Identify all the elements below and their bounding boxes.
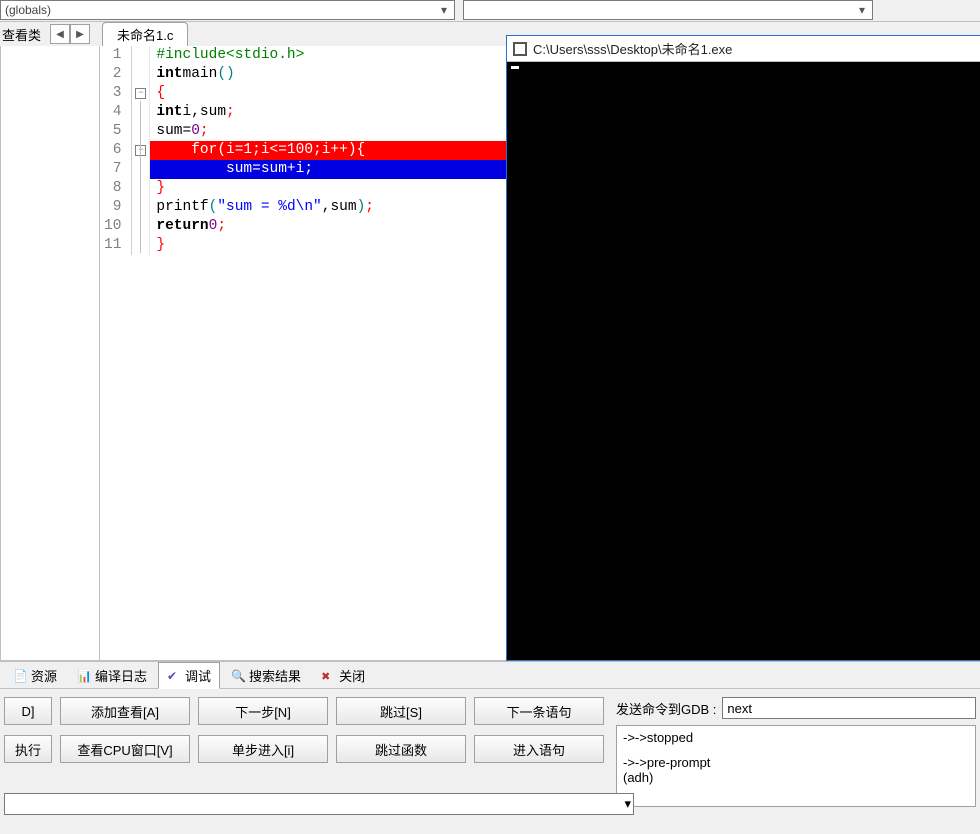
class-view-panel[interactable] xyxy=(0,46,100,661)
gdb-label: 发送命令到GDB : xyxy=(616,699,716,718)
fold-column: −− xyxy=(132,46,150,255)
line-number: 1 xyxy=(100,46,131,65)
tab-close-label: 关闭 xyxy=(339,666,365,685)
line-number: 11 xyxy=(100,236,131,255)
tab-search-results[interactable]: 搜索结果 xyxy=(222,662,310,689)
console-titlebar[interactable]: C:\Users\sss\Desktop\未命名1.exe xyxy=(507,36,980,62)
tab-debug[interactable]: 调试 xyxy=(158,662,220,689)
line-number: 4 xyxy=(100,103,131,122)
gdb-output[interactable]: ->->stopped ->->pre-prompt (adh) xyxy=(616,725,976,807)
app-icon xyxy=(513,42,527,56)
gdb-command-input[interactable] xyxy=(722,697,976,719)
debug-d-button[interactable]: D] xyxy=(4,697,52,725)
next-step-button[interactable]: 下一步[N] xyxy=(198,697,328,725)
gdb-output-line: (adh) xyxy=(623,770,969,785)
chevron-down-icon: ▾ xyxy=(624,796,631,812)
scope-combo-text: (globals) xyxy=(5,3,51,17)
nav-prev-button[interactable]: ◀ xyxy=(50,24,70,44)
step-into-button[interactable]: 单步进入[i] xyxy=(198,735,328,763)
top-toolbar: (globals) ▾ ▾ xyxy=(0,0,980,22)
skip-button[interactable]: 跳过[S] xyxy=(336,697,466,725)
cpu-window-button[interactable]: 查看CPU窗口[V] xyxy=(60,735,190,763)
gdb-output-line: ->->pre-prompt xyxy=(623,755,969,770)
nav-next-button[interactable]: ▶ xyxy=(70,24,90,44)
scope-combo[interactable]: (globals) ▾ xyxy=(0,0,455,20)
tab-search-results-label: 搜索结果 xyxy=(249,666,301,685)
gdb-send-row: 发送命令到GDB : xyxy=(616,697,976,719)
line-number-gutter: 1234567891011 xyxy=(100,46,132,255)
file-tab[interactable]: 未命名1.c xyxy=(102,22,188,47)
debug-icon xyxy=(167,668,181,682)
line-number: 3 xyxy=(100,84,131,103)
tab-compile-log-label: 编译日志 xyxy=(95,666,147,685)
chevron-down-icon: ▾ xyxy=(436,3,452,17)
tab-resources-label: 资源 xyxy=(31,666,57,685)
console-cursor xyxy=(511,66,519,69)
fold-toggle[interactable]: − xyxy=(135,88,146,99)
search-icon xyxy=(231,668,245,682)
command-combo[interactable]: ▾ xyxy=(4,793,634,815)
line-number: 7 xyxy=(100,160,131,179)
resources-icon xyxy=(13,668,27,682)
nav-buttons: ◀ ▶ xyxy=(50,24,90,44)
chevron-down-icon: ▾ xyxy=(854,3,870,17)
symbol-combo[interactable]: ▾ xyxy=(463,0,873,20)
bottom-tab-strip: 资源 编译日志 调试 搜索结果 关闭 xyxy=(0,661,980,689)
into-statement-button[interactable]: 进入语句 xyxy=(474,735,604,763)
line-number: 6 xyxy=(100,141,131,160)
line-number: 5 xyxy=(100,122,131,141)
step-over-func-button[interactable]: 跳过函数 xyxy=(336,735,466,763)
run-button[interactable]: 执行 xyxy=(4,735,52,763)
console-title-text: C:\Users\sss\Desktop\未命名1.exe xyxy=(533,39,732,58)
tab-debug-label: 调试 xyxy=(185,666,211,685)
close-icon xyxy=(321,668,335,682)
file-tab-bar: 未命名1.c xyxy=(102,22,188,46)
next-statement-button[interactable]: 下一条语句 xyxy=(474,697,604,725)
console-body[interactable] xyxy=(507,62,980,660)
line-number: 2 xyxy=(100,65,131,84)
compile-log-icon xyxy=(77,668,91,682)
tab-resources[interactable]: 资源 xyxy=(4,662,66,689)
line-number: 9 xyxy=(100,198,131,217)
console-window[interactable]: C:\Users\sss\Desktop\未命名1.exe xyxy=(506,35,980,661)
file-tab-label: 未命名1.c xyxy=(117,28,173,43)
tab-compile-log[interactable]: 编译日志 xyxy=(68,662,156,689)
line-number: 8 xyxy=(100,179,131,198)
gdb-output-line: ->->stopped xyxy=(623,730,969,745)
class-view-label: 查看类 xyxy=(0,25,50,44)
add-watch-button[interactable]: 添加查看[A] xyxy=(60,697,190,725)
gdb-area: 发送命令到GDB : ->->stopped ->->pre-prompt (a… xyxy=(608,689,980,811)
line-number: 10 xyxy=(100,217,131,236)
tab-close[interactable]: 关闭 xyxy=(312,662,374,689)
